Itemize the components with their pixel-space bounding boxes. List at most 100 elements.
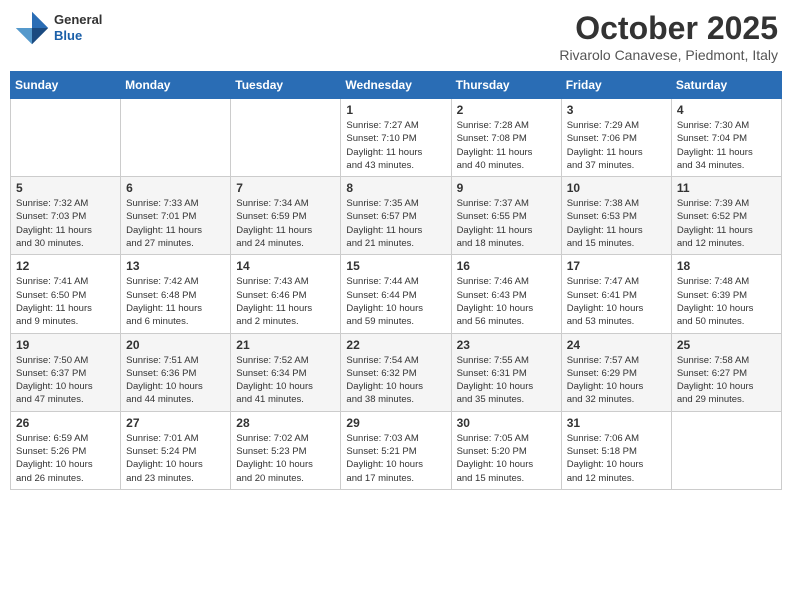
calendar-cell: 28 Sunrise: 7:02 AM Sunset: 5:23 PM Dayli… (231, 411, 341, 489)
day-number: 11 (677, 181, 776, 195)
day-info: Sunrise: 7:44 AM Sunset: 6:44 PM Dayligh… (346, 275, 445, 328)
day-number: 23 (457, 338, 556, 352)
day-number: 31 (567, 416, 666, 430)
day-info: Sunrise: 7:01 AM Sunset: 5:24 PM Dayligh… (126, 432, 225, 485)
day-number: 22 (346, 338, 445, 352)
day-info: Sunrise: 7:41 AM Sunset: 6:50 PM Dayligh… (16, 275, 115, 328)
calendar-week-5: 26Sunrise: 6:59 AM Sunset: 5:26 PM Dayli… (11, 411, 782, 489)
calendar-cell: 23 Sunrise: 7:55 AM Sunset: 6:31 PM Dayli… (451, 333, 561, 411)
logo: General Blue (14, 10, 102, 46)
month-title: October 2025 (559, 10, 778, 47)
calendar-cell: 15 Sunrise: 7:44 AM Sunset: 6:44 PM Dayli… (341, 255, 451, 333)
day-info: Sunrise: 7:03 AM Sunset: 5:21 PM Dayligh… (346, 432, 445, 485)
calendar-week-4: 19 Sunrise: 7:50 AM Sunset: 6:37 PM Dayli… (11, 333, 782, 411)
day-number: 29 (346, 416, 445, 430)
title-block: October 2025 Rivarolo Canavese, Piedmont… (559, 10, 778, 63)
day-info: Sunrise: 7:50 AM Sunset: 6:37 PM Dayligh… (16, 354, 115, 407)
day-info: Sunrise: 6:59 AM Sunset: 5:26 PM Dayligh… (16, 432, 115, 485)
day-number: 10 (567, 181, 666, 195)
day-info: Sunrise: 7:28 AM Sunset: 7:08 PM Dayligh… (457, 119, 556, 172)
day-info: Sunrise: 7:29 AM Sunset: 7:06 PM Dayligh… (567, 119, 666, 172)
weekday-header-row: SundayMondayTuesdayWednesdayThursdayFrid… (11, 72, 782, 99)
day-number: 21 (236, 338, 335, 352)
calendar-cell: 7 Sunrise: 7:34 AM Sunset: 6:59 PM Daylig… (231, 177, 341, 255)
day-number: 16 (457, 259, 556, 273)
day-info: Sunrise: 7:37 AM Sunset: 6:55 PM Dayligh… (457, 197, 556, 250)
day-number: 3 (567, 103, 666, 117)
calendar-cell: 17 Sunrise: 7:47 AM Sunset: 6:41 PM Dayli… (561, 255, 671, 333)
day-info: Sunrise: 7:35 AM Sunset: 6:57 PM Dayligh… (346, 197, 445, 250)
day-info: Sunrise: 7:38 AM Sunset: 6:53 PM Dayligh… (567, 197, 666, 250)
day-info: Sunrise: 7:48 AM Sunset: 6:39 PM Dayligh… (677, 275, 776, 328)
logo-icon (14, 10, 50, 46)
day-info: Sunrise: 7:46 AM Sunset: 6:43 PM Dayligh… (457, 275, 556, 328)
day-number: 1 (346, 103, 445, 117)
day-info: Sunrise: 7:57 AM Sunset: 6:29 PM Dayligh… (567, 354, 666, 407)
calendar-cell: 10 Sunrise: 7:38 AM Sunset: 6:53 PM Dayli… (561, 177, 671, 255)
calendar-cell: 2 Sunrise: 7:28 AM Sunset: 7:08 PM Daylig… (451, 99, 561, 177)
day-number: 8 (346, 181, 445, 195)
weekday-header-sunday: Sunday (11, 72, 121, 99)
day-number: 9 (457, 181, 556, 195)
day-info: Sunrise: 7:05 AM Sunset: 5:20 PM Dayligh… (457, 432, 556, 485)
calendar-cell: 3 Sunrise: 7:29 AM Sunset: 7:06 PM Daylig… (561, 99, 671, 177)
day-number: 15 (346, 259, 445, 273)
day-number: 24 (567, 338, 666, 352)
day-info: Sunrise: 7:30 AM Sunset: 7:04 PM Dayligh… (677, 119, 776, 172)
day-number: 7 (236, 181, 335, 195)
day-info: Sunrise: 7:43 AM Sunset: 6:46 PM Dayligh… (236, 275, 335, 328)
calendar-cell: 4 Sunrise: 7:30 AM Sunset: 7:04 PM Daylig… (671, 99, 781, 177)
day-number: 17 (567, 259, 666, 273)
calendar-week-2: 5Sunrise: 7:32 AM Sunset: 7:03 PM Daylig… (11, 177, 782, 255)
calendar-cell: 9 Sunrise: 7:37 AM Sunset: 6:55 PM Daylig… (451, 177, 561, 255)
day-number: 19 (16, 338, 115, 352)
weekday-header-tuesday: Tuesday (231, 72, 341, 99)
calendar-cell: 5Sunrise: 7:32 AM Sunset: 7:03 PM Daylig… (11, 177, 121, 255)
day-info: Sunrise: 7:42 AM Sunset: 6:48 PM Dayligh… (126, 275, 225, 328)
logo-text: General Blue (54, 12, 102, 43)
calendar-cell: 11 Sunrise: 7:39 AM Sunset: 6:52 PM Dayli… (671, 177, 781, 255)
calendar-cell: 19 Sunrise: 7:50 AM Sunset: 6:37 PM Dayli… (11, 333, 121, 411)
calendar-cell: 24 Sunrise: 7:57 AM Sunset: 6:29 PM Dayli… (561, 333, 671, 411)
day-info: Sunrise: 7:55 AM Sunset: 6:31 PM Dayligh… (457, 354, 556, 407)
weekday-header-friday: Friday (561, 72, 671, 99)
calendar-cell: 6 Sunrise: 7:33 AM Sunset: 7:01 PM Daylig… (121, 177, 231, 255)
day-number: 4 (677, 103, 776, 117)
day-number: 25 (677, 338, 776, 352)
day-number: 18 (677, 259, 776, 273)
day-info: Sunrise: 7:34 AM Sunset: 6:59 PM Dayligh… (236, 197, 335, 250)
calendar-cell: 1Sunrise: 7:27 AM Sunset: 7:10 PM Daylig… (341, 99, 451, 177)
day-info: Sunrise: 7:39 AM Sunset: 6:52 PM Dayligh… (677, 197, 776, 250)
weekday-header-wednesday: Wednesday (341, 72, 451, 99)
calendar-week-1: 1Sunrise: 7:27 AM Sunset: 7:10 PM Daylig… (11, 99, 782, 177)
day-number: 20 (126, 338, 225, 352)
day-info: Sunrise: 7:51 AM Sunset: 6:36 PM Dayligh… (126, 354, 225, 407)
calendar-table: SundayMondayTuesdayWednesdayThursdayFrid… (10, 71, 782, 490)
calendar-cell: 8 Sunrise: 7:35 AM Sunset: 6:57 PM Daylig… (341, 177, 451, 255)
calendar-cell (671, 411, 781, 489)
day-info: Sunrise: 7:47 AM Sunset: 6:41 PM Dayligh… (567, 275, 666, 328)
logo-general: General (54, 12, 102, 28)
calendar-cell: 13 Sunrise: 7:42 AM Sunset: 6:48 PM Dayli… (121, 255, 231, 333)
day-info: Sunrise: 7:02 AM Sunset: 5:23 PM Dayligh… (236, 432, 335, 485)
calendar-cell (11, 99, 121, 177)
day-info: Sunrise: 7:58 AM Sunset: 6:27 PM Dayligh… (677, 354, 776, 407)
weekday-header-thursday: Thursday (451, 72, 561, 99)
day-number: 12 (16, 259, 115, 273)
day-number: 27 (126, 416, 225, 430)
day-info: Sunrise: 7:32 AM Sunset: 7:03 PM Dayligh… (16, 197, 115, 250)
calendar-cell (121, 99, 231, 177)
calendar-cell: 12 Sunrise: 7:41 AM Sunset: 6:50 PM Dayli… (11, 255, 121, 333)
day-number: 28 (236, 416, 335, 430)
calendar-cell: 26Sunrise: 6:59 AM Sunset: 5:26 PM Dayli… (11, 411, 121, 489)
day-number: 2 (457, 103, 556, 117)
day-number: 6 (126, 181, 225, 195)
day-number: 13 (126, 259, 225, 273)
day-number: 14 (236, 259, 335, 273)
weekday-header-saturday: Saturday (671, 72, 781, 99)
day-info: Sunrise: 7:33 AM Sunset: 7:01 PM Dayligh… (126, 197, 225, 250)
calendar-cell: 22Sunrise: 7:54 AM Sunset: 6:32 PM Dayli… (341, 333, 451, 411)
calendar-cell: 21Sunrise: 7:52 AM Sunset: 6:34 PM Dayli… (231, 333, 341, 411)
calendar-cell: 31Sunrise: 7:06 AM Sunset: 5:18 PM Dayli… (561, 411, 671, 489)
location-subtitle: Rivarolo Canavese, Piedmont, Italy (559, 47, 778, 63)
